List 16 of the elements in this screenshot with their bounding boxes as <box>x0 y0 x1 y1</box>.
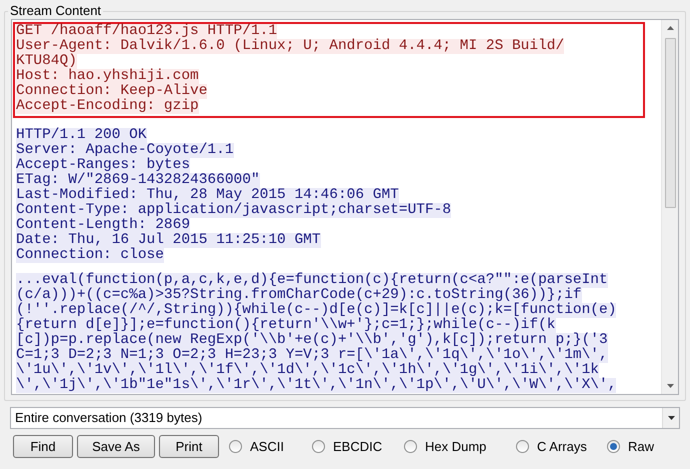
scroll-down-icon[interactable] <box>666 384 674 388</box>
format-radio[interactable]: Hex Dump <box>404 436 516 456</box>
dialog-button[interactable]: Print <box>159 435 219 458</box>
dialog-button[interactable]: Find <box>13 435 73 458</box>
format-radio[interactable]: EBCDIC <box>312 436 404 456</box>
dropdown-arrow-icon <box>668 416 674 420</box>
stream-text-area[interactable] <box>11 19 679 395</box>
scroll-up-icon[interactable] <box>666 26 674 30</box>
format-radio[interactable]: C Arrays <box>516 436 607 456</box>
format-radio[interactable]: ASCII <box>229 436 312 456</box>
format-radio[interactable]: Raw <box>607 436 667 456</box>
scroll-thumb[interactable] <box>664 38 676 208</box>
show-select[interactable]: Entire conversation (3319 bytes) <box>10 407 680 429</box>
dialog-button[interactable]: Save As <box>77 435 155 458</box>
group-title: Stream Content <box>10 3 102 18</box>
scrollbar[interactable] <box>661 20 678 394</box>
